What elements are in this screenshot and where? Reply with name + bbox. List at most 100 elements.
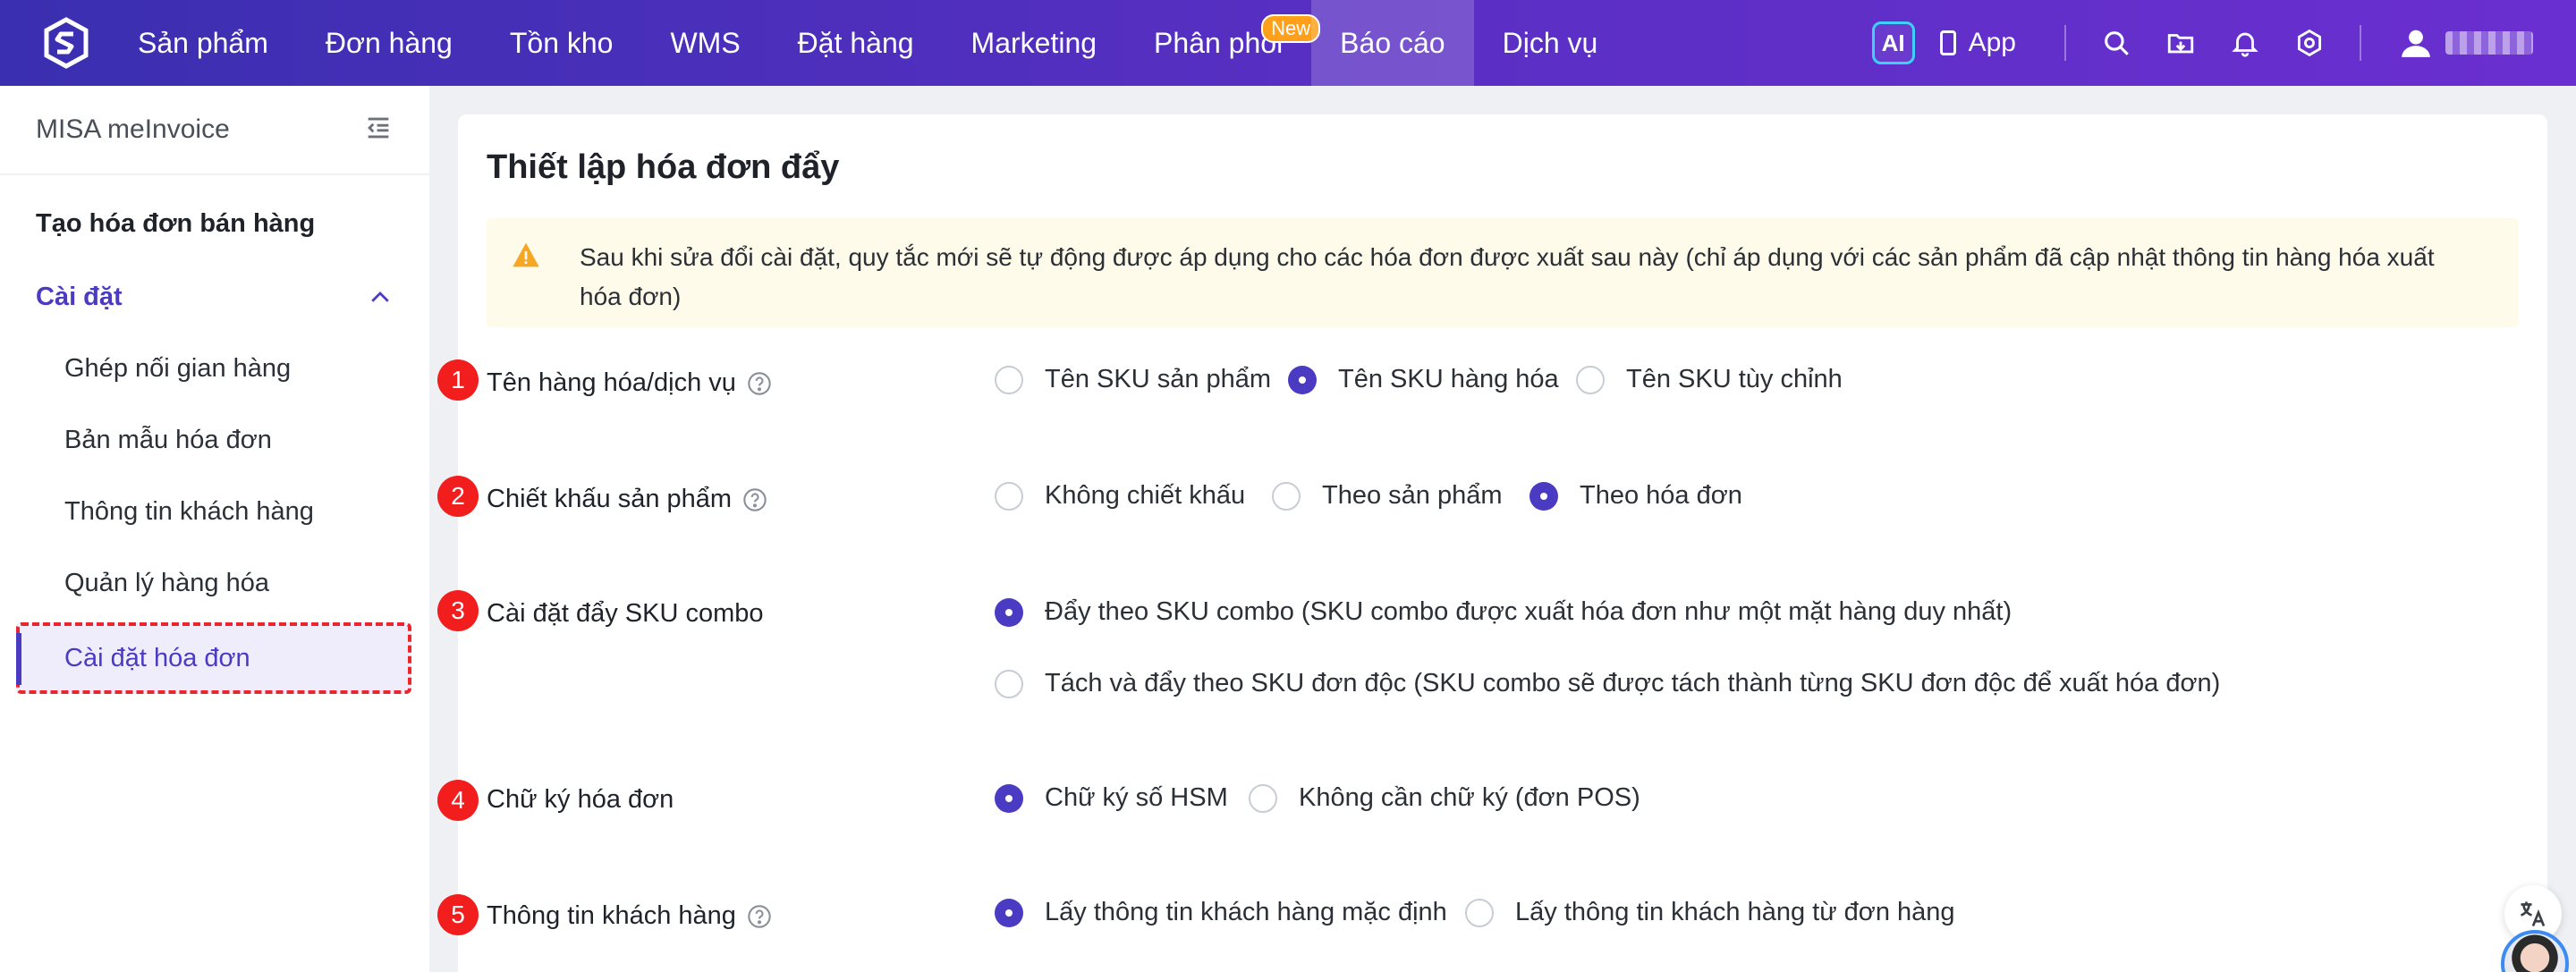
radio-button[interactable] bbox=[1272, 481, 1301, 511]
setting-label-customer-info: Thông tin khách hàng bbox=[487, 901, 772, 931]
radio-option-push-sku-combo[interactable]: Đẩy theo SKU combo (SKU combo được xuất … bbox=[995, 597, 2012, 627]
nav-item-label: Sản phẩm bbox=[138, 26, 268, 59]
sidebar-item-create-invoice[interactable]: Tạo hóa đơn bán hàng bbox=[36, 209, 315, 239]
user-icon bbox=[2402, 30, 2430, 57]
sidebar-item-goods-management[interactable]: Quản lý hàng hóa bbox=[64, 569, 269, 598]
radio-option-hsm-signature[interactable]: Chữ ký số HSM bbox=[995, 783, 1228, 813]
nav-item-products[interactable]: Sản phẩm bbox=[109, 0, 297, 86]
radio-label: Theo hóa đơn bbox=[1580, 481, 1742, 510]
step-number-badge: 5 bbox=[437, 894, 479, 935]
search-button[interactable] bbox=[2084, 0, 2148, 86]
radio-option-product-sku-name[interactable]: Tên SKU sản phẩm bbox=[995, 365, 1271, 394]
radio-label: Tên SKU tùy chỉnh bbox=[1626, 365, 1843, 393]
step-number-badge: 2 bbox=[437, 476, 479, 517]
settings-button[interactable] bbox=[2277, 0, 2342, 86]
radio-button-selected[interactable] bbox=[1530, 481, 1558, 511]
folder-download-icon bbox=[2167, 34, 2194, 54]
radio-button-selected[interactable] bbox=[1288, 365, 1317, 394]
radio-option-discount-by-product[interactable]: Theo sản phẩm bbox=[1272, 481, 1503, 511]
step-number-badge: 3 bbox=[437, 590, 479, 631]
radio-option-discount-by-invoice[interactable]: Theo hóa đơn bbox=[1530, 481, 1742, 511]
sidebar-group-settings[interactable]: Cài đặt bbox=[36, 283, 394, 312]
nav-item-label: Tồn kho bbox=[509, 26, 614, 59]
radio-label: Lấy thông tin khách hàng mặc định bbox=[1045, 898, 1447, 926]
radio-button[interactable] bbox=[1249, 783, 1277, 813]
nav-item-services[interactable]: Dịch vụ bbox=[1474, 0, 1627, 86]
ai-label: AI bbox=[1881, 29, 1905, 56]
radio-button-selected[interactable] bbox=[995, 783, 1023, 813]
setting-label-text: Chiết khấu sản phẩm bbox=[487, 485, 733, 513]
nav-item-label: Báo cáo bbox=[1340, 26, 1445, 59]
nav-item-reports[interactable]: Báo cáo bbox=[1311, 0, 1474, 86]
gear-icon bbox=[2297, 29, 2322, 57]
sidebar-item-label: Cài đặt hóa đơn bbox=[64, 644, 250, 672]
sidebar-item-invoice-settings[interactable]: Cài đặt hóa đơn bbox=[16, 622, 411, 694]
collapse-menu-icon bbox=[368, 117, 389, 138]
radio-option-no-discount[interactable]: Không chiết khấu bbox=[995, 481, 1245, 511]
bell-icon bbox=[2232, 32, 2258, 57]
radio-option-no-signature[interactable]: Không cần chữ ký (đơn POS) bbox=[1249, 783, 1640, 813]
radio-option-custom-sku-name[interactable]: Tên SKU tùy chỉnh bbox=[1576, 365, 1843, 394]
help-icon[interactable] bbox=[742, 487, 767, 512]
sidebar-item-invoice-template[interactable]: Bản mẫu hóa đơn bbox=[64, 426, 272, 455]
radio-label: Đẩy theo SKU combo (SKU combo được xuất … bbox=[1045, 597, 2012, 626]
top-nav-bar: Sản phẩm Đơn hàng Tồn kho WMS Đặt hàng M… bbox=[0, 0, 2576, 86]
radio-option-goods-sku-name[interactable]: Tên SKU hàng hóa bbox=[1288, 365, 1559, 394]
sidebar-item-customer-info[interactable]: Thông tin khách hàng bbox=[64, 497, 314, 527]
setting-label-goods-name: Tên hàng hóa/dịch vụ bbox=[487, 368, 772, 398]
sidebar-collapse-button[interactable] bbox=[363, 113, 394, 148]
nav-item-wms[interactable]: WMS bbox=[641, 0, 768, 86]
page-title: Thiết lập hóa đơn đẩy bbox=[487, 148, 840, 186]
radio-label: Tên SKU hàng hóa bbox=[1338, 365, 1559, 393]
setting-label-signature: Chữ ký hóa đơn bbox=[487, 785, 674, 815]
search-icon bbox=[2105, 31, 2129, 55]
radio-button[interactable] bbox=[1576, 365, 1605, 394]
radio-label: Tên SKU sản phẩm bbox=[1045, 365, 1272, 393]
nav-item-label: WMS bbox=[670, 26, 741, 59]
radio-button[interactable] bbox=[1465, 898, 1494, 927]
radio-label: Chữ ký số HSM bbox=[1045, 783, 1228, 812]
help-icon[interactable] bbox=[747, 904, 772, 929]
radio-button-selected[interactable] bbox=[995, 597, 1023, 627]
nav-item-purchase[interactable]: Đặt hàng bbox=[769, 0, 943, 86]
radio-option-split-sku-combo[interactable]: Tách và đẩy theo SKU đơn độc (SKU combo … bbox=[995, 669, 2220, 698]
nav-item-orders[interactable]: Đơn hàng bbox=[297, 0, 481, 86]
radio-button[interactable] bbox=[995, 481, 1023, 511]
radio-button[interactable] bbox=[995, 669, 1023, 698]
setting-label-discount: Chiết khấu sản phẩm bbox=[487, 485, 767, 514]
sidebar-title: MISA meInvoice bbox=[36, 114, 230, 144]
sidebar-item-store-connect[interactable]: Ghép nối gian hàng bbox=[64, 354, 291, 384]
downloads-button[interactable] bbox=[2148, 0, 2213, 86]
radio-button[interactable] bbox=[995, 365, 1023, 394]
notifications-button[interactable] bbox=[2213, 0, 2277, 86]
setting-label-text: Chữ ký hóa đơn bbox=[487, 785, 674, 814]
user-menu[interactable] bbox=[2399, 26, 2533, 60]
ai-button[interactable]: AI bbox=[1871, 21, 1915, 64]
help-icon[interactable] bbox=[747, 371, 772, 396]
chevron-up-icon bbox=[371, 291, 389, 302]
radio-label: Tách và đẩy theo SKU đơn độc (SKU combo … bbox=[1045, 669, 2221, 697]
nav-item-distribution[interactable]: Phân phối New bbox=[1125, 0, 1321, 86]
nav-item-label: Đơn hàng bbox=[325, 26, 453, 59]
app-logo-icon[interactable] bbox=[39, 16, 93, 70]
nav-divider bbox=[2360, 25, 2361, 61]
nav-item-inventory[interactable]: Tồn kho bbox=[481, 0, 642, 86]
phone-icon bbox=[1939, 30, 1956, 55]
setting-label-text: Tên hàng hóa/dịch vụ bbox=[487, 368, 736, 397]
user-name-blurred bbox=[2445, 31, 2533, 55]
app-label: App bbox=[1968, 28, 2016, 57]
radio-label: Không chiết khấu bbox=[1045, 481, 1246, 510]
setting-label-text: Thông tin khách hàng bbox=[487, 901, 736, 930]
radio-label: Không cần chữ ký (đơn POS) bbox=[1299, 783, 1640, 812]
nav-item-label: Đặt hàng bbox=[797, 26, 914, 59]
settings-card: Thiết lập hóa đơn đẩy Sau khi sửa đổi cà… bbox=[437, 114, 2547, 972]
radio-label: Lấy thông tin khách hàng từ đơn hàng bbox=[1515, 898, 1955, 926]
app-download-link[interactable]: App bbox=[1939, 28, 2016, 58]
step-number-badge: 1 bbox=[437, 359, 479, 401]
step-number-badge: 4 bbox=[437, 780, 479, 821]
radio-button-selected[interactable] bbox=[995, 898, 1023, 927]
nav-item-marketing[interactable]: Marketing bbox=[943, 0, 1126, 86]
radio-option-customer-from-order[interactable]: Lấy thông tin khách hàng từ đơn hàng bbox=[1465, 898, 1955, 927]
sidebar-group-label: Cài đặt bbox=[36, 283, 123, 311]
radio-option-default-customer[interactable]: Lấy thông tin khách hàng mặc định bbox=[995, 898, 1447, 927]
